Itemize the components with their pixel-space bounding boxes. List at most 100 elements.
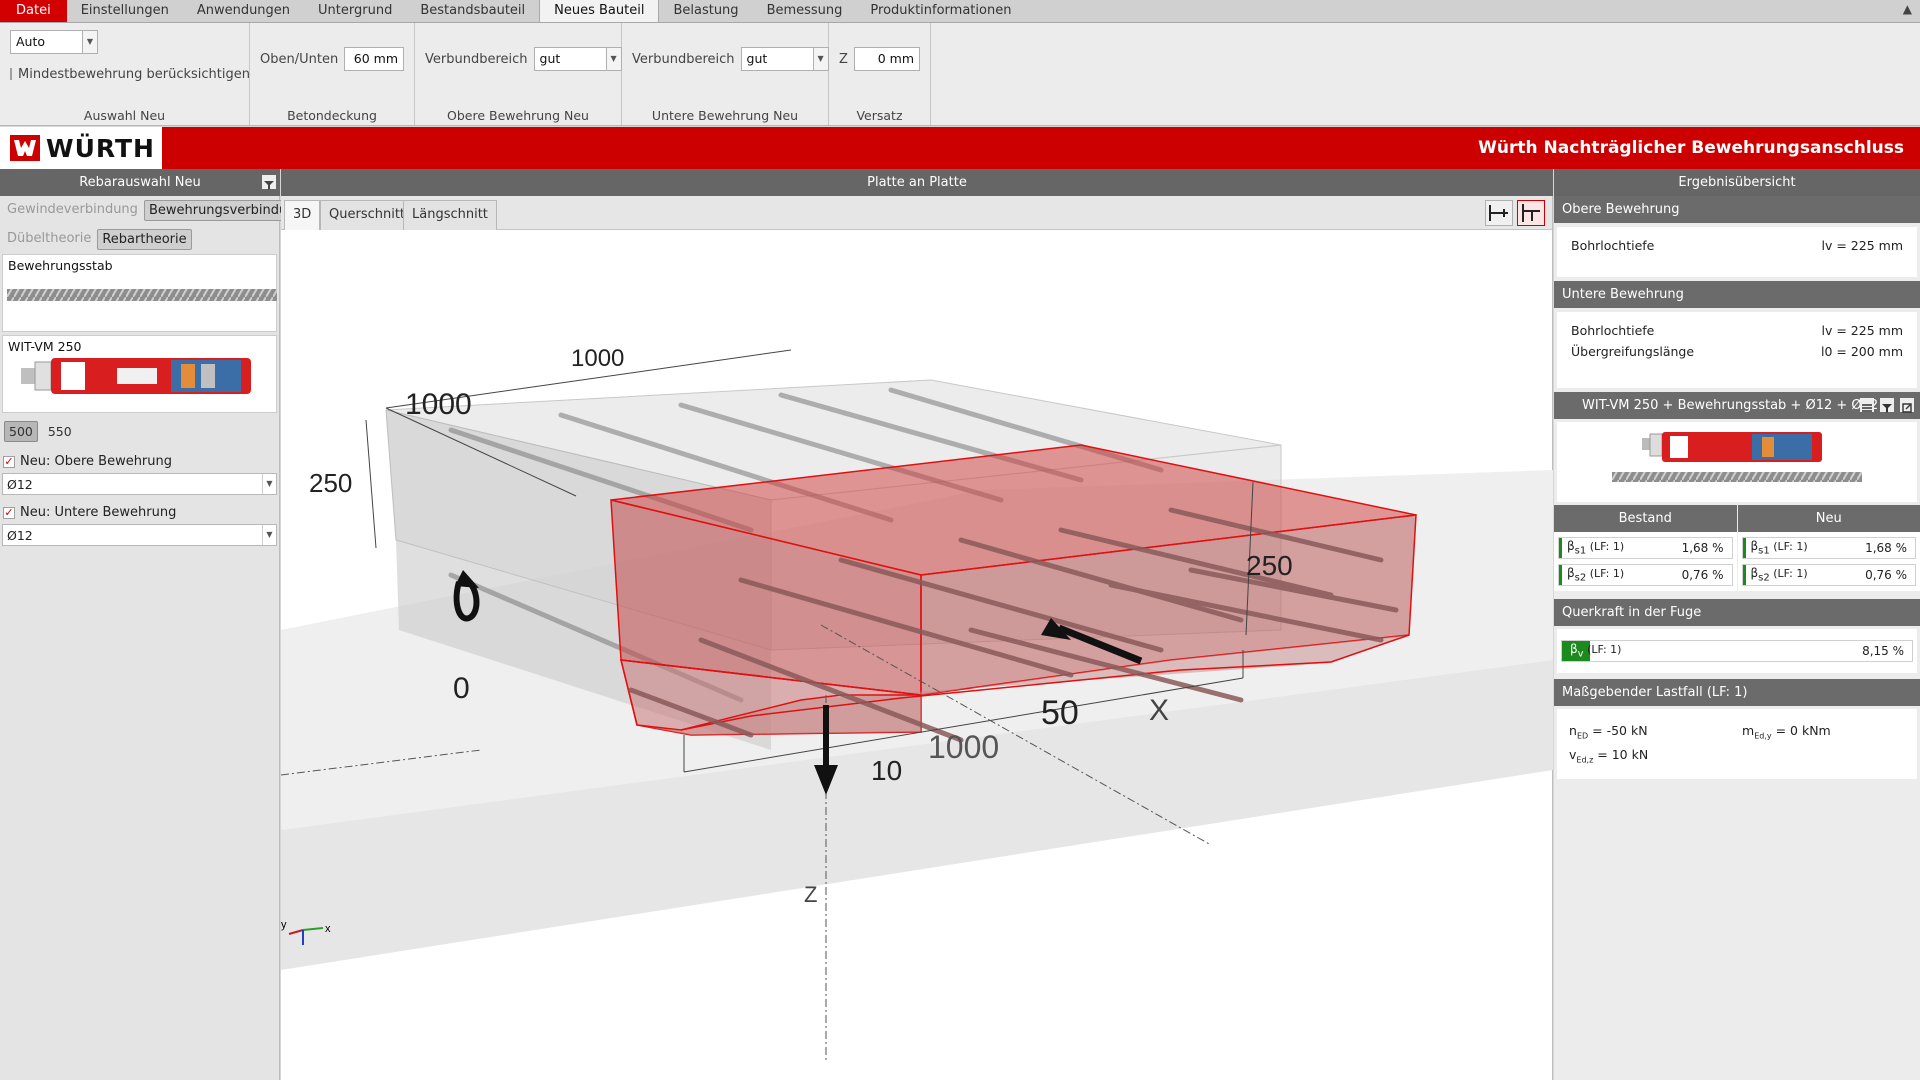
right-panel-title: Ergebnisübersicht <box>1678 175 1796 190</box>
dubeltheorie-option[interactable]: Dübeltheorie <box>3 229 95 250</box>
querkraft-results: βv (LF: 1) 8,15 % <box>1557 629 1917 673</box>
chevron-down-icon[interactable]: ▼ <box>812 47 829 71</box>
group-title: Auswahl Neu <box>83 108 166 123</box>
ned-value: nED = -50 kN <box>1569 723 1648 741</box>
neu-column: Neu βs1 (LF: 1) 1,68 % βs2 (LF: 1) 0,76 … <box>1737 505 1920 591</box>
left-panel-header: Rebarauswahl Neu <box>0 169 280 196</box>
beta-s1-neu: βs1 (LF: 1) 1,68 % <box>1741 537 1916 559</box>
menu-tab-belastung[interactable]: Belastung <box>659 0 752 22</box>
ned-symbol: n <box>1569 723 1577 738</box>
label-shear-force: 10 <box>871 755 902 786</box>
untere-bewehrung-checkbox[interactable]: ✓ <box>3 506 15 519</box>
product-header: WIT-VM 250 + Bewehrungsstab + Ø12 + Ø12 <box>1554 392 1920 419</box>
querkraft-header: Querkraft in der Fuge <box>1554 599 1920 626</box>
left-panel-title: Rebarauswahl Neu <box>79 175 201 190</box>
product-cartridge-icon <box>1612 432 1862 482</box>
untere-bewehrung-label: Neu: Untere Bewehrung <box>20 505 177 520</box>
gewindeverbindung-option[interactable]: Gewindeverbindung <box>3 200 142 221</box>
auswahl-select[interactable]: Auto ▼ <box>10 30 98 54</box>
dim-label-width-bottom: 1000 <box>928 729 999 765</box>
result-key: Bohrlochtiefe <box>1571 323 1655 338</box>
bestand-header: Bestand <box>1554 505 1737 532</box>
chevron-down-icon[interactable]: ▼ <box>262 525 276 545</box>
result-value: l0 = 200 mm <box>1820 344 1903 359</box>
dimension-view-button[interactable] <box>1485 200 1513 226</box>
untere-bewehrung-row: ✓ Neu: Untere Bewehrung <box>0 501 279 524</box>
filter-icon[interactable] <box>1880 398 1894 413</box>
beta-s1-bestand: βs1 (LF: 1) 1,68 % <box>1558 537 1733 559</box>
ned-number: = -50 kN <box>1588 723 1648 738</box>
filter-icon[interactable] <box>262 175 276 190</box>
menu-tab-einstellungen[interactable]: Einstellungen <box>67 0 183 22</box>
menu-tab-untergrund[interactable]: Untergrund <box>304 0 406 22</box>
verbundbereich-obere-label: Verbundbereich <box>425 51 528 67</box>
verbundbereich-untere-value: gut <box>740 47 813 71</box>
lastfall-header: Maßgebender Lastfall (LF: 1) <box>1554 679 1920 706</box>
untere-bewehrung-title: Untere Bewehrung <box>1562 287 1684 302</box>
versatz-input[interactable]: 0 mm <box>853 47 920 71</box>
gizmo-label-x: x <box>325 923 331 935</box>
tab-3d[interactable]: 3D <box>284 200 321 230</box>
list-icon[interactable] <box>1860 398 1874 412</box>
med-value: mEd,y = 0 kNm <box>1742 723 1831 741</box>
menu-tab-anwendungen[interactable]: Anwendungen <box>183 0 304 22</box>
untere-diameter-select[interactable]: Ø12 ▼ <box>2 524 277 546</box>
3d-scene[interactable]: 1000 1000 250 250 1000 0 50 10 X Z y x <box>281 230 1553 1080</box>
beta-s1-bestand-value: 1,68 % <box>1681 541 1724 555</box>
mindestbewehrung-label: Mindestbewehrung berücksichtigen <box>18 66 250 82</box>
size-option-550[interactable]: 550 <box>44 422 76 441</box>
med-sub: Ed,y <box>1754 731 1772 741</box>
beta-lf: (LF: 1) <box>1583 643 1622 657</box>
result-value: lv = 225 mm <box>1821 238 1903 253</box>
ribbon: Auto ▼ Mindestbewehrung berücksichtigen … <box>0 23 1920 126</box>
tab-querschnitt[interactable]: Querschnitt <box>320 200 415 230</box>
chevron-down-icon[interactable]: ▼ <box>82 30 98 54</box>
app-title: Würth Nachträglicher Bewehrungsanschluss <box>1478 138 1904 158</box>
cartridge-image <box>21 358 251 394</box>
view-tabs: 3D Querschnitt Längschnitt <box>281 196 1552 230</box>
menu-tab-produktinformationen[interactable]: Produktinformationen <box>856 0 1025 22</box>
wurth-logo: WÜRTH <box>0 127 162 169</box>
menu-tab-datei[interactable]: Datei <box>0 0 67 22</box>
menu-tab-neues-bauteil[interactable]: Neues Bauteil <box>539 0 660 22</box>
result-key: Übergreifungslänge <box>1571 344 1695 359</box>
dim-label-depth: 1000 <box>405 388 472 421</box>
betondeckung-input[interactable]: 60 mm <box>344 47 404 71</box>
results-panel: Obere Bewehrung Bohrlochtiefe lv = 225 m… <box>1554 196 1920 1080</box>
obere-bewehrung-checkbox[interactable]: ✓ <box>3 455 15 468</box>
ved-value: vEd,z = 10 kN <box>1569 747 1648 765</box>
obere-diameter-select[interactable]: Ø12 ▼ <box>2 473 277 495</box>
ribbon-collapse-icon[interactable]: ▲ <box>1903 2 1912 16</box>
group-title: Versatz <box>856 108 903 123</box>
group-title: Untere Bewehrung Neu <box>651 108 799 123</box>
betondeckung-label: Oben/Unten <box>260 51 339 67</box>
menu-tab-bestandsbauteil[interactable]: Bestandsbauteil <box>406 0 539 22</box>
beta-s2-neu-value: 0,76 % <box>1865 568 1907 582</box>
verbundbereich-obere-select[interactable]: gut ▼ <box>533 47 622 71</box>
connection-type-toggle: Gewindeverbindung Bewehrungsverbindung <box>0 196 309 225</box>
beta-s2-bestand-value: 0,76 % <box>1681 568 1724 582</box>
ved-sub: Ed,z <box>1576 755 1594 765</box>
size-selector: 500 550 <box>0 413 279 450</box>
querkraft-title: Querkraft in der Fuge <box>1562 605 1702 620</box>
menu-tab-bemessung[interactable]: Bemessung <box>753 0 857 22</box>
obere-results: Bohrlochtiefe lv = 225 mm <box>1557 227 1917 277</box>
obere-bewehrung-header: Obere Bewehrung <box>1554 196 1920 223</box>
size-option-500[interactable]: 500 <box>4 421 38 442</box>
med-symbol: m <box>1742 723 1755 738</box>
tab-laengschnitt[interactable]: Längschnitt <box>403 200 497 230</box>
group-untere-bewehrung: Verbundbereich gut ▼ Untere Bewehrung Ne… <box>622 23 829 125</box>
section-view-button[interactable] <box>1517 200 1545 226</box>
chevron-down-icon[interactable]: ▼ <box>605 47 622 71</box>
group-betondeckung: Oben/Unten 60 mm Betondeckung <box>250 23 415 125</box>
ved-number: = 10 kN <box>1593 747 1649 762</box>
mortar-card[interactable]: WIT-VM 250 <box>2 335 277 413</box>
center-panel-header: Platte an Platte <box>281 169 1553 196</box>
mindestbewehrung-checkbox[interactable] <box>10 68 12 80</box>
export-icon[interactable] <box>1900 398 1914 413</box>
chevron-down-icon[interactable]: ▼ <box>262 474 276 494</box>
rebar-card[interactable]: Bewehrungsstab <box>2 254 277 332</box>
verbundbereich-untere-select[interactable]: gut ▼ <box>740 47 829 71</box>
comparison-columns: Bestand βs1 (LF: 1) 1,68 % βs2 (LF: 1) 0… <box>1554 505 1920 591</box>
rebartheorie-option[interactable]: Rebartheorie <box>97 229 192 250</box>
